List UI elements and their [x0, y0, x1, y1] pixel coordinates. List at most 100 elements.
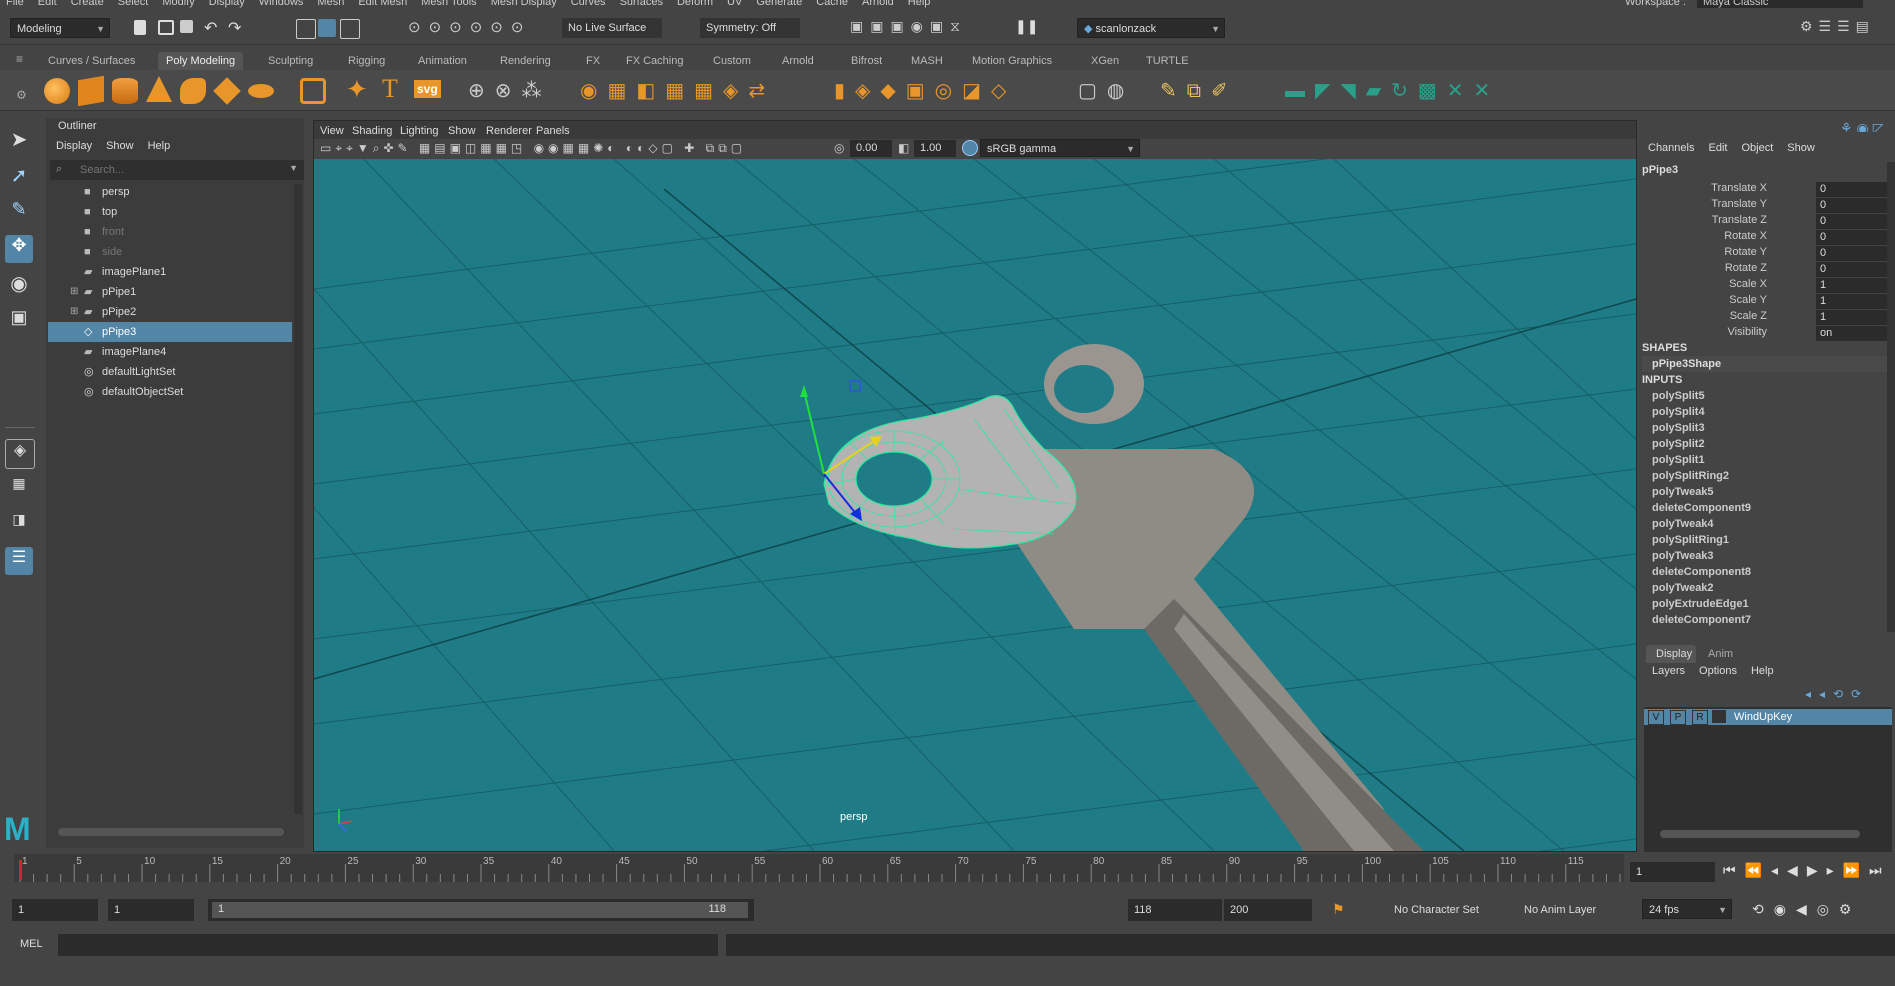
shelf-tab[interactable]: Bifrost	[843, 52, 890, 70]
shelf-tab[interactable]: MASH	[903, 52, 951, 70]
channel-value[interactable]: 0	[1816, 246, 1895, 261]
channel-value[interactable]: 0	[1816, 198, 1895, 213]
channel-value[interactable]: 1	[1816, 278, 1895, 293]
input-node[interactable]: polyTweak2	[1652, 582, 1714, 594]
range-right-icons[interactable]: ⟲◉◀◎⚙	[1752, 901, 1861, 918]
menu-help[interactable]: Help	[908, 0, 931, 8]
poly-disc-icon[interactable]	[248, 84, 274, 98]
right-status-icons[interactable]: ⚙☰☰▤	[1800, 18, 1875, 35]
expand-icon[interactable]: ⊞	[70, 302, 78, 322]
scale-tool-icon[interactable]: ▣	[5, 307, 33, 335]
menu-display[interactable]: Display	[209, 0, 245, 8]
shelf-menu-icon[interactable]: ≡	[16, 52, 23, 66]
channelbox-menu-item[interactable]: Edit	[1708, 142, 1727, 154]
outliner-item[interactable]: ⊞ ▰ pPipe1	[48, 282, 292, 302]
menu-arnold[interactable]: Arnold	[862, 0, 894, 8]
outliner-search[interactable]: ⌕ ▼	[50, 160, 304, 180]
selection-tool-icons[interactable]: ⊕⊗⁂	[468, 78, 552, 103]
input-node[interactable]: deleteComponent9	[1652, 502, 1751, 514]
undo-icon[interactable]: ↶	[204, 18, 217, 38]
input-node[interactable]: polySplit1	[1652, 454, 1705, 466]
outliner-menu-item[interactable]: Help	[148, 140, 171, 152]
viewport-menu-item[interactable]: Show	[448, 125, 476, 137]
render-icons[interactable]: ▣▣▣◉▣⧖	[850, 18, 967, 35]
visibility-toggle[interactable]: V	[1648, 710, 1664, 725]
outliner-scrollbar[interactable]	[294, 184, 302, 814]
pipe-mesh[interactable]	[823, 395, 1077, 549]
expand-icon[interactable]: ⊞	[70, 282, 78, 302]
input-node[interactable]: polySplit4	[1652, 406, 1705, 418]
color-management-icon[interactable]	[962, 140, 978, 156]
chevron-down-icon[interactable]: ▼	[289, 163, 298, 173]
shelf-tab[interactable]: Sculpting	[260, 52, 321, 70]
channel-row[interactable]: Scale X 1	[1640, 278, 1895, 294]
channelbox-scrollbar[interactable]	[1887, 162, 1895, 632]
shelf-tab[interactable]: Custom	[705, 52, 759, 70]
shelf-tab[interactable]: XGen	[1083, 52, 1127, 70]
four-pane-layout-icon[interactable]: ▦	[5, 475, 33, 503]
menu-mesh[interactable]: Mesh	[317, 0, 344, 8]
shelf-tab[interactable]: Rendering	[492, 52, 559, 70]
outliner-title[interactable]: Outliner	[58, 120, 97, 132]
open-scene-icon[interactable]	[158, 20, 174, 35]
color-space-dropdown[interactable]: sRGB gamma ▼	[980, 139, 1140, 157]
poly-cube-icon[interactable]	[78, 75, 104, 107]
3d-viewport[interactable]: persp	[314, 159, 1636, 851]
input-node[interactable]: deleteComponent8	[1652, 566, 1751, 578]
current-frame-field[interactable]: 1	[1630, 862, 1715, 882]
menu-edit-mesh[interactable]: Edit Mesh	[358, 0, 407, 8]
channel-row[interactable]: Translate Z 0	[1640, 214, 1895, 230]
save-scene-icon[interactable]	[180, 20, 193, 33]
channelbox-menu-item[interactable]: Show	[1787, 142, 1815, 154]
viewport-menu-item[interactable]: View	[320, 125, 344, 137]
menu-mesh-display[interactable]: Mesh Display	[491, 0, 557, 8]
animation-start-field[interactable]: 1	[12, 899, 98, 921]
object-name[interactable]: pPipe3	[1642, 164, 1678, 176]
platonic-solid-icon[interactable]	[300, 78, 326, 104]
input-node[interactable]: polyTweak3	[1652, 550, 1714, 562]
input-node[interactable]: polyExtrudeEdge1	[1652, 598, 1749, 610]
input-node[interactable]: polySplit5	[1652, 390, 1705, 402]
outliner-menu-item[interactable]: Show	[106, 140, 134, 152]
symmetry-field[interactable]: Symmetry: Off	[700, 18, 800, 38]
menu-select[interactable]: Select	[118, 0, 149, 8]
layer-menu-item[interactable]: Help	[1751, 665, 1774, 677]
workspace-selector[interactable]: Workspace : Maya Classic	[1625, 0, 1877, 8]
shelf-tab[interactable]: Animation	[410, 52, 475, 70]
outliner-item[interactable]: ⊞ ▰ pPipe2	[48, 302, 292, 322]
anim-tab[interactable]: Anim	[1708, 648, 1733, 660]
channel-row[interactable]: Translate X 0	[1640, 182, 1895, 198]
shelf-tab[interactable]: Motion Graphics	[964, 52, 1060, 70]
channel-row[interactable]: Rotate Y 0	[1640, 246, 1895, 262]
channelbox-menu-item[interactable]: Channels	[1648, 142, 1694, 154]
menu-mesh-tools[interactable]: Mesh Tools	[421, 0, 476, 8]
display-tab[interactable]: Display	[1646, 645, 1696, 663]
channelbox-menu-item[interactable]: Object	[1741, 142, 1773, 154]
outliner-item[interactable]: ■ persp	[48, 182, 292, 202]
channel-value[interactable]: 0	[1816, 262, 1895, 277]
input-node[interactable]: polySplit3	[1652, 422, 1705, 434]
channel-row[interactable]: Translate Y 0	[1640, 198, 1895, 214]
outliner-menu-item[interactable]: Display	[56, 140, 92, 152]
menu-uv[interactable]: UV	[727, 0, 742, 8]
gamma-field[interactable]: 1.00	[914, 140, 956, 157]
range-bar[interactable]: 1 118	[208, 899, 754, 921]
two-pane-layout-icon[interactable]: ◨	[5, 511, 33, 539]
viewport-menu-item[interactable]: Shading	[352, 125, 392, 137]
menu-file[interactable]: File	[6, 0, 24, 8]
input-node[interactable]: deleteComponent7	[1652, 614, 1751, 626]
channel-value[interactable]: 0	[1816, 182, 1895, 197]
poly-type-icon[interactable]: T	[382, 74, 398, 104]
range-handle[interactable]: 1 118	[212, 902, 748, 918]
channel-row[interactable]: Rotate Z 0	[1640, 262, 1895, 278]
uv-icons[interactable]: ▢◍	[1078, 78, 1134, 103]
script-language-label[interactable]: MEL	[20, 938, 43, 950]
outliner-item[interactable]: ▰ imagePlane4	[48, 342, 292, 362]
layer-menu-item[interactable]: Options	[1699, 665, 1737, 677]
select-by-component-icon[interactable]	[340, 19, 360, 39]
auto-key-icon[interactable]: ⚑	[1332, 901, 1345, 918]
menu-create[interactable]: Create	[71, 0, 104, 8]
channel-row[interactable]: Scale Y 1	[1640, 294, 1895, 310]
channel-value[interactable]: 0	[1816, 230, 1895, 245]
mesh-op-icons[interactable]: ◉▦◧▦▦◈⇄	[580, 78, 775, 103]
